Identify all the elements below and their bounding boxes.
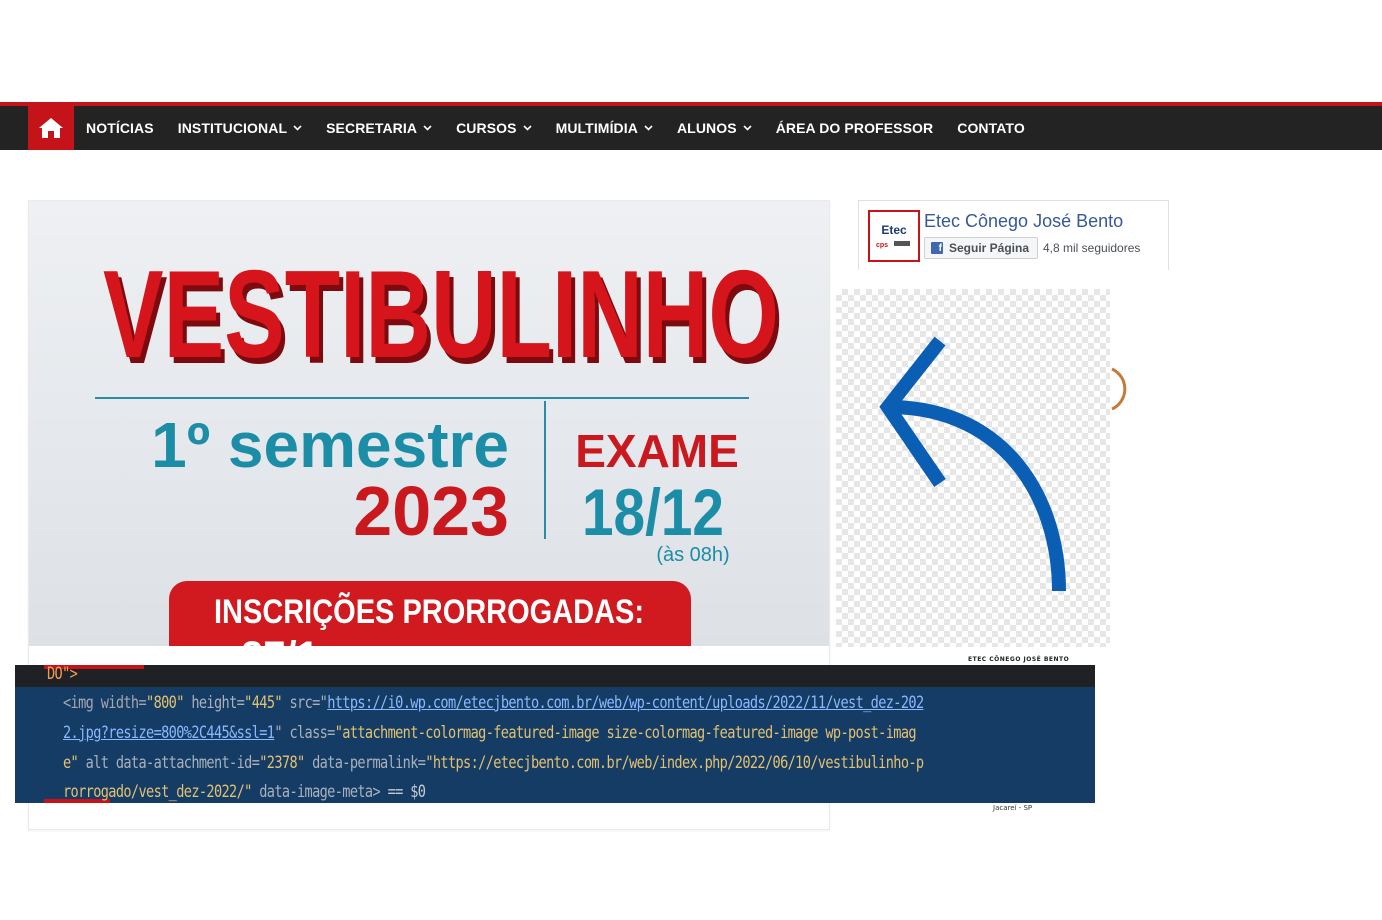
nav-item-label: MULTIMÍDIA (555, 120, 638, 136)
code-line-1[interactable]: <img width="800" height="445" src="https… (63, 693, 924, 713)
nav-item-alunos[interactable]: ALUNOS (665, 106, 764, 150)
home-icon (39, 118, 63, 138)
code-line-2[interactable]: 2.jpg?resize=800%2C445&ssl=1" class="att… (63, 723, 917, 743)
nav-item-institucional[interactable]: INSTITUCIONAL (166, 106, 314, 150)
code-line-0: DO"> (47, 665, 78, 684)
year-text: 2023 (353, 472, 509, 550)
nav-item-contato[interactable]: CONTATO (945, 106, 1037, 150)
chevron-down-icon (423, 125, 432, 131)
page: NOTÍCIAS INSTITUCIONAL SECRETARIA CURSOS MUL… (0, 0, 1382, 920)
semester-text: 1º semestre (151, 409, 509, 481)
chevron-down-icon (743, 125, 752, 131)
chevron-down-icon (523, 125, 532, 131)
follow-page-label: Seguir Página (949, 241, 1030, 255)
vestibulinho-poster: VESTIBULINHO VESTIBULINHO 1º semestre 20… (29, 201, 829, 646)
nav-item-label: CURSOS (456, 120, 517, 136)
nav-item-cursos[interactable]: CURSOS (444, 106, 544, 150)
facebook-page-name[interactable]: Etec Cônego José Bento (924, 211, 1123, 232)
svg-text:cps: cps (876, 242, 888, 249)
curved-arrow-up-left-icon (879, 336, 1127, 592)
exam-date: 18/12 (582, 475, 724, 549)
nav-item-label: CONTATO (957, 120, 1025, 136)
nav-menu: NOTÍCIAS INSTITUCIONAL SECRETARIA CURSOS MUL… (74, 106, 1037, 150)
nav-item-label: INSTITUCIONAL (177, 120, 288, 136)
transparent-overlay (836, 289, 1127, 647)
main-nav: NOTÍCIAS INSTITUCIONAL SECRETARIA CURSOS MUL… (0, 106, 1382, 150)
facebook-page-widget: Etec cps Etec Cônego José Bento f Seguir… (858, 200, 1169, 270)
nav-item-label: ÁREA DO PROFESSOR (775, 120, 934, 136)
headline: VESTIBULINHO (103, 246, 779, 384)
featured-image[interactable]: VESTIBULINHO VESTIBULINHO 1º semestre 20… (29, 201, 829, 646)
banner-text: INSCRIÇÕES PRORROGADAS: (214, 593, 644, 631)
etec-logo[interactable]: Etec cps (868, 210, 920, 262)
nav-item-área-do-professor[interactable]: ÁREA DO PROFESSOR (764, 106, 946, 150)
banner-peek-text: 27/1 (241, 634, 319, 646)
image-src-link-cont[interactable]: 2.jpg?resize=800%2C445&ssl=1 (63, 723, 275, 743)
nav-item-multimídia[interactable]: MULTIMÍDIA (544, 106, 665, 150)
chevron-down-icon (644, 125, 653, 131)
nav-item-label: SECRETARIA (326, 120, 418, 136)
nav-item-secretaria[interactable]: SECRETARIA (314, 106, 444, 150)
chevron-down-icon (293, 125, 302, 131)
nav-item-label: NOTÍCIAS (86, 120, 154, 136)
exam-label: EXAME (575, 425, 739, 477)
sidebar-city: Jacareí - SP (993, 804, 1033, 812)
etec-logo-marks: cps (876, 241, 910, 249)
follower-count: 4,8 mil seguidores (1043, 241, 1141, 255)
etec-logo-text: Etec (881, 223, 907, 237)
image-src-link[interactable]: https://i0.wp.com/etecjbento.com.br/web/… (327, 693, 924, 713)
exam-time: (às 08h) (656, 544, 729, 566)
home-button[interactable] (28, 106, 74, 150)
nav-item-label: ALUNOS (676, 120, 737, 136)
nav-item-notícias[interactable]: NOTÍCIAS (74, 106, 166, 150)
devtools-snippet: DO"> <img width="800" height="445" src="… (15, 665, 1095, 803)
code-line-4[interactable]: rorrogado/vest_dez-2022/" data-image-met… (63, 782, 426, 802)
follow-page-button[interactable]: f Seguir Página (924, 237, 1038, 259)
sidebar-caption: ETEC CÔNEGO JOSÉ BENTO (968, 656, 1070, 663)
facebook-icon: f (931, 242, 943, 254)
code-line-3[interactable]: e" alt data-attachment-id="2378" data-pe… (63, 753, 924, 773)
